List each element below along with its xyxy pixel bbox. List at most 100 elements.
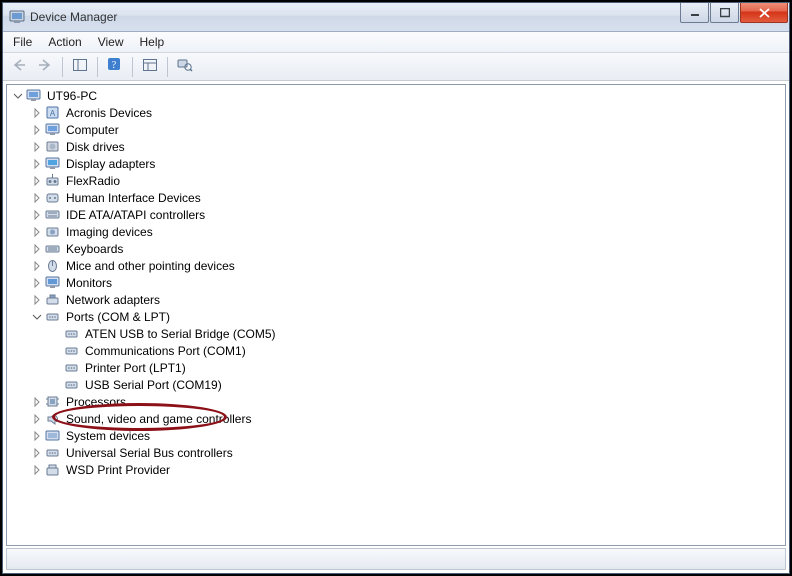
tree-node[interactable]: Disk drives bbox=[30, 138, 785, 155]
expand-icon[interactable] bbox=[30, 429, 44, 443]
expand-icon bbox=[49, 344, 63, 358]
expand-icon[interactable] bbox=[30, 242, 44, 256]
device-category-icon bbox=[45, 258, 61, 274]
toolbar-separator bbox=[167, 57, 168, 77]
tree-node[interactable]: IDE ATA/ATAPI controllers bbox=[30, 206, 785, 223]
scan-icon bbox=[177, 57, 193, 76]
menu-action[interactable]: Action bbox=[40, 33, 89, 51]
tree-node[interactable]: Printer Port (LPT1) bbox=[49, 359, 785, 376]
tree-node[interactable]: FlexRadio bbox=[30, 172, 785, 189]
tree-node[interactable]: WSD Print Provider bbox=[30, 461, 785, 478]
expand-icon[interactable] bbox=[30, 191, 44, 205]
show-hide-tree-button[interactable] bbox=[68, 56, 92, 78]
device-category-icon bbox=[45, 190, 61, 206]
close-button[interactable] bbox=[740, 3, 788, 23]
tree-node-label: Processors bbox=[64, 395, 128, 409]
expand-icon[interactable] bbox=[30, 412, 44, 426]
window-controls bbox=[680, 3, 788, 23]
titlebar[interactable]: Device Manager bbox=[3, 3, 789, 32]
tree-node[interactable]: Sound, video and game controllers bbox=[30, 410, 785, 427]
tree-panel-icon bbox=[72, 58, 88, 75]
device-category-icon bbox=[45, 445, 61, 461]
menu-help[interactable]: Help bbox=[132, 33, 173, 51]
tree-node[interactable]: AAcronis Devices bbox=[30, 104, 785, 121]
expand-icon[interactable] bbox=[30, 395, 44, 409]
tree-root-label: UT96-PC bbox=[45, 89, 99, 103]
toolbar-separator bbox=[132, 57, 133, 77]
expand-icon[interactable] bbox=[30, 293, 44, 307]
device-category-icon bbox=[45, 122, 61, 138]
expand-icon[interactable] bbox=[30, 174, 44, 188]
maximize-button[interactable] bbox=[710, 3, 739, 23]
device-tree: UT96-PC AAcronis Devices ComputerDisk dri… bbox=[7, 87, 785, 478]
tree-node-label: USB Serial Port (COM19) bbox=[83, 378, 224, 392]
tree-node[interactable]: ATEN USB to Serial Bridge (COM5) bbox=[49, 325, 785, 342]
device-category-icon bbox=[45, 173, 61, 189]
computer-icon bbox=[26, 88, 42, 104]
tree-node[interactable]: Processors bbox=[30, 393, 785, 410]
tree-node-label: Display adapters bbox=[64, 157, 157, 171]
tree-node-label: Acronis Devices bbox=[64, 106, 154, 120]
tree-node-label: IDE ATA/ATAPI controllers bbox=[64, 208, 207, 222]
tree-node-label: Printer Port (LPT1) bbox=[83, 361, 188, 375]
menubar: File Action View Help bbox=[3, 32, 789, 53]
scan-hardware-button[interactable] bbox=[173, 56, 197, 78]
tree-node-label: Network adapters bbox=[64, 293, 162, 307]
device-category-icon bbox=[45, 224, 61, 240]
device-tree-pane[interactable]: UT96-PC AAcronis Devices ComputerDisk dri… bbox=[6, 84, 786, 546]
device-category-icon bbox=[45, 156, 61, 172]
help-icon: ? bbox=[107, 57, 123, 76]
tree-node[interactable]: USB Serial Port (COM19) bbox=[49, 376, 785, 393]
tree-node[interactable]: Network adapters bbox=[30, 291, 785, 308]
tree-root-node[interactable]: UT96-PC bbox=[11, 87, 785, 104]
tree-node[interactable]: Imaging devices bbox=[30, 223, 785, 240]
tree-node-label: Keyboards bbox=[64, 242, 125, 256]
expand-icon[interactable] bbox=[30, 225, 44, 239]
tree-node[interactable]: Display adapters bbox=[30, 155, 785, 172]
expand-icon[interactable] bbox=[30, 157, 44, 171]
menu-file[interactable]: File bbox=[5, 33, 40, 51]
expand-icon bbox=[49, 361, 63, 375]
device-category-icon bbox=[64, 343, 80, 359]
help-button[interactable]: ? bbox=[103, 56, 127, 78]
tree-node[interactable]: Communications Port (COM1) bbox=[49, 342, 785, 359]
expand-icon[interactable] bbox=[30, 259, 44, 273]
expand-icon[interactable] bbox=[30, 208, 44, 222]
toolbar-separator bbox=[97, 57, 98, 77]
device-category-icon bbox=[64, 360, 80, 376]
tree-node[interactable]: Computer bbox=[30, 121, 785, 138]
tree-node[interactable]: Keyboards bbox=[30, 240, 785, 257]
device-category-icon bbox=[45, 309, 61, 325]
device-category-icon bbox=[45, 207, 61, 223]
device-category-icon: A bbox=[45, 105, 61, 121]
collapse-icon[interactable] bbox=[11, 89, 25, 103]
device-category-icon bbox=[45, 428, 61, 444]
tree-node-label: Computer bbox=[64, 123, 121, 137]
expand-icon[interactable] bbox=[30, 276, 44, 290]
tree-node[interactable]: Universal Serial Bus controllers bbox=[30, 444, 785, 461]
collapse-icon[interactable] bbox=[30, 310, 44, 324]
menu-view[interactable]: View bbox=[90, 33, 132, 51]
tree-node-label: ATEN USB to Serial Bridge (COM5) bbox=[83, 327, 278, 341]
tree-node-label: Human Interface Devices bbox=[64, 191, 203, 205]
back-button[interactable] bbox=[7, 56, 31, 78]
tree-node[interactable]: Mice and other pointing devices bbox=[30, 257, 785, 274]
expand-icon[interactable] bbox=[30, 123, 44, 137]
expand-icon[interactable] bbox=[30, 446, 44, 460]
expand-icon[interactable] bbox=[30, 140, 44, 154]
arrow-left-icon bbox=[11, 58, 27, 75]
tree-node-label: Sound, video and game controllers bbox=[64, 412, 253, 426]
tree-node[interactable]: Human Interface Devices bbox=[30, 189, 785, 206]
tree-node[interactable]: System devices bbox=[30, 427, 785, 444]
tree-node[interactable]: Ports (COM & LPT) bbox=[30, 308, 785, 325]
tree-node[interactable]: Monitors bbox=[30, 274, 785, 291]
tree-node-label: WSD Print Provider bbox=[64, 463, 172, 477]
expand-icon[interactable] bbox=[30, 106, 44, 120]
forward-button[interactable] bbox=[33, 56, 57, 78]
toolbar-separator bbox=[62, 57, 63, 77]
device-category-icon bbox=[45, 394, 61, 410]
expand-icon[interactable] bbox=[30, 463, 44, 477]
device-manager-window: Device Manager File Action View Help bbox=[2, 2, 790, 574]
minimize-button[interactable] bbox=[680, 3, 709, 23]
properties-button[interactable] bbox=[138, 56, 162, 78]
